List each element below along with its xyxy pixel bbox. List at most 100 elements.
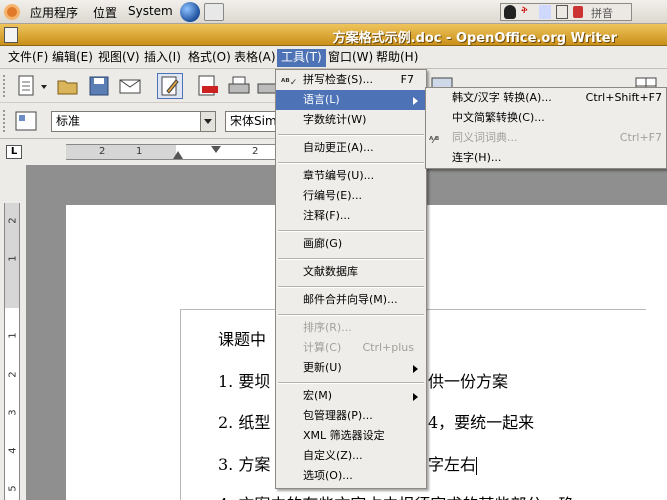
menu-item-gallery[interactable]: 画廊(G) bbox=[276, 234, 426, 254]
open-folder-icon[interactable] bbox=[56, 74, 80, 98]
menu-separator bbox=[278, 382, 424, 384]
first-line-indent-icon[interactable] bbox=[211, 146, 221, 153]
menu-item-label: 文献数据库 bbox=[303, 265, 358, 278]
new-dropdown-icon[interactable] bbox=[41, 85, 47, 89]
document-line[interactable]: 课题中 bbox=[218, 326, 266, 350]
menu-separator bbox=[278, 162, 424, 164]
window-titlebar[interactable]: 方案格式示例.doc - OpenOffice.org Writer bbox=[0, 24, 667, 46]
document-line[interactable]: 供一份方案 bbox=[428, 368, 508, 392]
document-line[interactable]: 字左右 bbox=[428, 451, 478, 475]
menu-edit[interactable]: 编辑(E) bbox=[48, 49, 97, 67]
paragraph-style-combo[interactable]: 标准 bbox=[51, 111, 216, 132]
menu-item-bibliography-db[interactable]: 文献数据库 bbox=[276, 262, 426, 282]
menu-tools[interactable]: 工具(T) bbox=[277, 49, 326, 67]
indent-marker-icon[interactable] bbox=[173, 151, 183, 159]
menu-item-calculate: 计算(C) Ctrl+plus bbox=[276, 338, 426, 358]
menu-item-package-manager[interactable]: 包管理器(P)... bbox=[276, 406, 426, 426]
ruler-label: 1 bbox=[7, 255, 19, 262]
menu-item-macros[interactable]: 宏(M) bbox=[276, 386, 426, 406]
menu-item-label: 排序(R)... bbox=[303, 321, 352, 334]
menu-item-label: 计算(C) bbox=[303, 341, 342, 354]
menu-item-chinese-conversion[interactable]: 中文简繁转换(C)... bbox=[426, 108, 666, 128]
menu-item-language[interactable]: 语言(L) bbox=[276, 90, 426, 110]
menu-window[interactable]: 窗口(W) bbox=[324, 49, 377, 67]
email-icon[interactable] bbox=[118, 74, 142, 98]
ruler-label: 1 bbox=[7, 332, 19, 339]
menu-item-label: 拼写检查(S)... bbox=[303, 73, 374, 86]
menu-separator bbox=[278, 286, 424, 288]
menu-item-shortcut: F7 bbox=[400, 73, 414, 86]
document-line[interactable]: 2. 纸型 bbox=[218, 409, 270, 433]
menu-separator bbox=[278, 230, 424, 232]
menu-help[interactable]: 帮助(H) bbox=[372, 49, 422, 67]
menu-table[interactable]: 表格(A) bbox=[230, 49, 280, 67]
menu-item-line-numbering[interactable]: 行编号(E)... bbox=[276, 186, 426, 206]
document-line[interactable]: 4，要统一起来 bbox=[428, 409, 534, 433]
print-icon[interactable] bbox=[227, 74, 251, 98]
chevron-down-icon[interactable] bbox=[200, 111, 216, 132]
menu-item-label: 画廊(G) bbox=[303, 237, 343, 250]
menu-file[interactable]: 文件(F) bbox=[4, 49, 52, 67]
menu-item-hyphenation[interactable]: 连字(H)... bbox=[426, 148, 666, 168]
ruler-label: 4 bbox=[7, 447, 19, 454]
window-title: 方案格式示例.doc - OpenOffice.org Writer bbox=[332, 31, 617, 46]
menu-item-outline-numbering[interactable]: 章节编号(U)... bbox=[276, 166, 426, 186]
paragraph-style-value: 标准 bbox=[56, 114, 81, 128]
system-menu[interactable]: System bbox=[128, 4, 173, 18]
top-panel: 应用程序 位置 System ቅ 拼音 bbox=[0, 0, 667, 24]
ruler-label: 3 bbox=[7, 409, 19, 416]
document-line-text: 字左右 bbox=[428, 455, 477, 474]
app-icon[interactable] bbox=[4, 27, 18, 43]
menu-item-hangul-hanja[interactable]: 韩文/汉字 转换(A)... Ctrl+Shift+F7 bbox=[426, 88, 666, 108]
export-pdf-icon[interactable] bbox=[196, 74, 220, 98]
menu-item-shortcut: Ctrl+plus bbox=[362, 341, 414, 354]
applications-menu[interactable]: 应用程序 bbox=[30, 4, 78, 21]
fullwidth-icon[interactable] bbox=[556, 5, 568, 19]
vertical-ruler[interactable]: 2 1 1 2 3 4 5 bbox=[4, 203, 20, 500]
menu-item-xml-filter[interactable]: XML 筛选器设定 bbox=[276, 426, 426, 446]
input-method-tray[interactable]: ቅ 拼音 bbox=[500, 3, 632, 21]
email-client-icon[interactable] bbox=[204, 3, 224, 21]
ime-mode-icon[interactable]: ቅ bbox=[521, 5, 528, 16]
menu-item-shortcut: Ctrl+F7 bbox=[619, 131, 662, 144]
toolbar-grip[interactable] bbox=[3, 110, 8, 132]
menu-view[interactable]: 视图(V) bbox=[94, 49, 144, 67]
save-icon[interactable] bbox=[87, 74, 111, 98]
lock-icon[interactable] bbox=[573, 6, 583, 18]
menu-item-label: 注释(F)... bbox=[303, 209, 351, 222]
tab-stop-type-button[interactable]: L bbox=[6, 145, 22, 159]
menu-item-footnotes[interactable]: 注释(F)... bbox=[276, 206, 426, 226]
ruler-label: 2 bbox=[99, 146, 106, 157]
new-document-icon[interactable] bbox=[14, 74, 38, 98]
menu-format[interactable]: 格式(O) bbox=[184, 49, 235, 67]
ruler-label: 5 bbox=[7, 485, 19, 492]
ruler-label: 2 bbox=[7, 217, 19, 224]
menu-insert[interactable]: 插入(I) bbox=[140, 49, 185, 67]
places-menu[interactable]: 位置 bbox=[93, 4, 117, 21]
styles-formatting-icon[interactable] bbox=[14, 109, 38, 133]
document-line[interactable]: 4. 方案中的有些文字占中报须字求的某些部分，确 bbox=[218, 491, 574, 500]
submenu-arrow-icon bbox=[413, 97, 418, 105]
menu-item-label: 韩文/汉字 转换(A)... bbox=[452, 91, 552, 104]
menu-item-customize[interactable]: 自定义(Z)... bbox=[276, 446, 426, 466]
menu-item-options[interactable]: 选项(O)... bbox=[276, 466, 426, 486]
menu-item-autocorrect[interactable]: 自动更正(A)... bbox=[276, 138, 426, 158]
menu-item-mail-merge[interactable]: 邮件合并向导(M)... bbox=[276, 290, 426, 310]
tools-menu: ᴬᴮ✓ 拼写检查(S)... F7 语言(L) 字数统计(W) 自动更正(A).… bbox=[275, 69, 427, 489]
toolbar-grip[interactable] bbox=[3, 75, 8, 97]
menu-item-label: 行编号(E)... bbox=[303, 189, 363, 202]
document-line[interactable]: 3. 方案 bbox=[218, 451, 270, 475]
web-browser-icon[interactable] bbox=[180, 2, 200, 22]
ubuntu-logo-icon[interactable] bbox=[4, 4, 20, 20]
edit-mode-icon[interactable] bbox=[157, 73, 183, 99]
menu-item-sort: 排序(R)... bbox=[276, 318, 426, 338]
menu-item-spellcheck[interactable]: ᴬᴮ✓ 拼写检查(S)... F7 bbox=[276, 70, 426, 90]
menu-item-label: 章节编号(U)... bbox=[303, 169, 375, 182]
punct-icon[interactable] bbox=[539, 5, 551, 19]
menu-item-label: 语言(L) bbox=[303, 93, 340, 106]
menu-item-word-count[interactable]: 字数统计(W) bbox=[276, 110, 426, 130]
document-line[interactable]: 1. 要坝 bbox=[218, 368, 270, 392]
penguin-icon[interactable] bbox=[504, 5, 516, 19]
menu-item-update[interactable]: 更新(U) bbox=[276, 358, 426, 378]
menu-item-label: 邮件合并向导(M)... bbox=[303, 293, 398, 306]
